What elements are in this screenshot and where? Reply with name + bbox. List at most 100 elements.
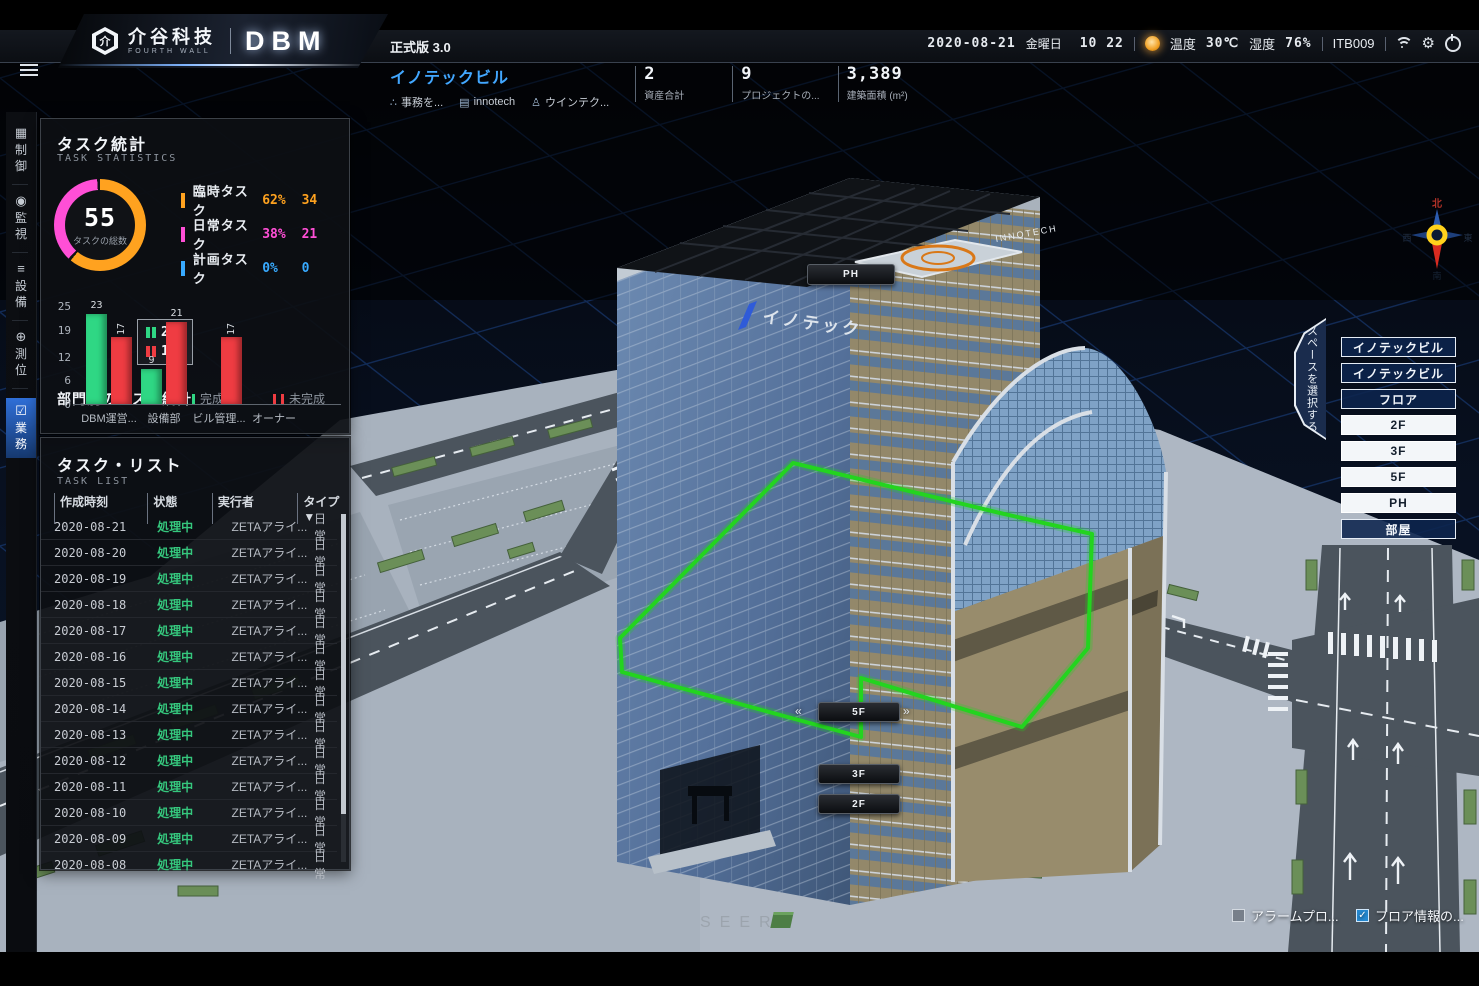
humidity-label: 湿度 [1249,34,1275,53]
checkbox-checked[interactable]: ✓ [1356,909,1369,922]
legend-percent: 0% [262,261,301,276]
task-donut-chart: 55 タスクの総数 [54,179,146,271]
sidebar-item-業務[interactable]: ☑業 務 [6,398,36,458]
building-metric: 9プロジェクトの... [732,66,819,102]
y-tick-label: 6 [51,374,71,387]
task-status: 処理中 [144,726,219,743]
tooltip-swatch-icon [152,327,156,338]
task-list-rows: 2020-08-21処理中ZETAアライ...日常2020-08-20処理中ZE… [41,514,337,877]
hamburger-menu-icon[interactable] [20,64,38,77]
task-check-icon: ☑ [6,404,36,418]
legend-swatch-icon [181,227,185,242]
legend-count: 21 [302,227,341,242]
building-name: イノテックビル [390,64,609,88]
task-row[interactable]: 2020-08-13処理中ZETAアライ...日常 [41,721,337,747]
task-stats-subtitle: TASK STATISTICS [57,153,177,164]
legend-swatch-icon [181,261,185,276]
space-button-3[interactable]: フロア [1341,389,1456,409]
floor-pill-3f[interactable]: 3F [818,764,900,784]
legend-percent: 62% [262,193,301,208]
task-row[interactable]: 2020-08-16処理中ZETAアライ...日常 [41,643,337,669]
building-tag[interactable]: ▤innotech [459,94,515,110]
space-button-8[interactable]: 部屋 [1341,519,1456,539]
bar-value-label: 21 [166,308,187,319]
task-row[interactable]: 2020-08-21処理中ZETAアライ...日常 [41,514,337,539]
compass-north: 北 [1432,197,1442,210]
floor-pill-2f[interactable]: 2F [818,794,900,814]
task-date: 2020-08-14 [41,702,144,716]
y-tick-label: 12 [51,351,71,364]
sidebar-item-測位[interactable]: ⊕測 位 [6,330,36,378]
left-nav-rail: ▦制 御 ◉監 視 ≡設 備 ⊕測 位 ☑業 務 [6,112,37,952]
camera-icon: ◉ [6,194,36,208]
floor-pill-5f[interactable]: 5F [818,702,900,722]
building-tag[interactable]: ∴事務を... [390,94,443,110]
station-id: ITB009 [1333,36,1375,51]
bar-value-label: 17 [116,315,128,335]
task-date: 2020-08-11 [41,780,144,794]
space-button-7[interactable]: PH [1341,493,1456,513]
task-date: 2020-08-09 [41,832,144,846]
task-date: 2020-08-08 [41,858,144,872]
task-executor: ZETAアライ... [220,622,314,639]
toggle-alarm[interactable]: アラームプロ... [1232,906,1339,925]
gear-icon[interactable]: ⚙ [1422,36,1435,51]
temp-label: 温度 [1170,34,1196,53]
legend-label: 計画タスク [193,249,262,287]
bar-value-label: 9 [141,355,162,366]
sidebar-item-制御[interactable]: ▦制 御 [6,126,36,174]
y-tick-label: 0 [51,398,71,411]
x-category-label: オーナー [239,410,309,426]
tooltip-swatch-icon [146,327,150,338]
floor-pill-ph[interactable]: PH [807,264,895,285]
task-executor: ZETAアライ... [220,596,314,613]
compass-south: 南 [1432,270,1441,281]
task-row[interactable]: 2020-08-09処理中ZETAアライ...日常 [41,825,337,851]
equipment-icon: ≡ [6,262,36,276]
space-button-2[interactable]: イノテックビル [1341,363,1456,383]
y-tick-label: 25 [51,300,71,313]
checkbox-unchecked[interactable] [1232,909,1245,922]
task-row[interactable]: 2020-08-11処理中ZETAアライ...日常 [41,773,337,799]
bottom-letterbox [0,952,1479,986]
space-button-1[interactable]: イノテックビル [1341,337,1456,357]
space-button-4[interactable]: 2F [1341,415,1456,435]
floor-prev-arrow[interactable]: « [795,704,802,718]
task-row[interactable]: 2020-08-20処理中ZETAアライ...日常 [41,539,337,565]
space-button-5[interactable]: 3F [1341,441,1456,461]
sidebar-item-監視[interactable]: ◉監 視 [6,194,36,242]
version-label: 正式版 3.0 [390,37,451,56]
task-row[interactable]: 2020-08-14処理中ZETAアライ...日常 [41,695,337,721]
toggle-floor-info[interactable]: ✓ フロア情報の... [1356,906,1464,925]
space-button-6[interactable]: 5F [1341,467,1456,487]
task-status: 処理中 [144,622,219,639]
legend-swatch-icon [181,193,185,208]
task-executor: ZETAアライ... [220,518,314,535]
task-row[interactable]: 2020-08-10処理中ZETAアライ...日常 [41,799,337,825]
metric-value: 9 [741,66,819,83]
building-header: イノテックビル ∴事務を...▤innotech♙ウインテク... 2資産合計9… [390,64,917,110]
scrollbar-thumb[interactable] [341,514,346,814]
task-status: 処理中 [144,856,219,873]
task-stats-title: タスク統計 [57,131,147,155]
sidebar-item-設備[interactable]: ≡設 備 [6,262,36,310]
weather-sun-icon [1145,36,1160,51]
task-date: 2020-08-15 [41,676,144,690]
legend-percent: 38% [262,227,301,242]
building-tag[interactable]: ♙ウインテク... [531,94,609,110]
task-row[interactable]: 2020-08-19処理中ZETAアライ...日常 [41,565,337,591]
power-icon[interactable] [1445,36,1461,52]
task-row[interactable]: 2020-08-18処理中ZETAアライ...日常 [41,591,337,617]
company-name: 介谷科技 [128,28,216,46]
task-row[interactable]: 2020-08-08処理中ZETAアライ...日常 [41,851,337,877]
scrollbar-track[interactable] [341,514,346,862]
humidity-value: 76% [1285,36,1311,51]
task-row[interactable]: 2020-08-17処理中ZETAアライ...日常 [41,617,337,643]
task-row[interactable]: 2020-08-15処理中ZETAアライ...日常 [41,669,337,695]
floor-next-arrow[interactable]: » [903,704,910,718]
sidebar-item-label: 制 御 [6,142,36,174]
task-row[interactable]: 2020-08-12処理中ZETAアライ...日常 [41,747,337,773]
task-executor: ZETAアライ... [220,778,314,795]
task-date: 2020-08-21 [41,520,144,534]
task-total-label: タスクの総数 [73,234,127,247]
